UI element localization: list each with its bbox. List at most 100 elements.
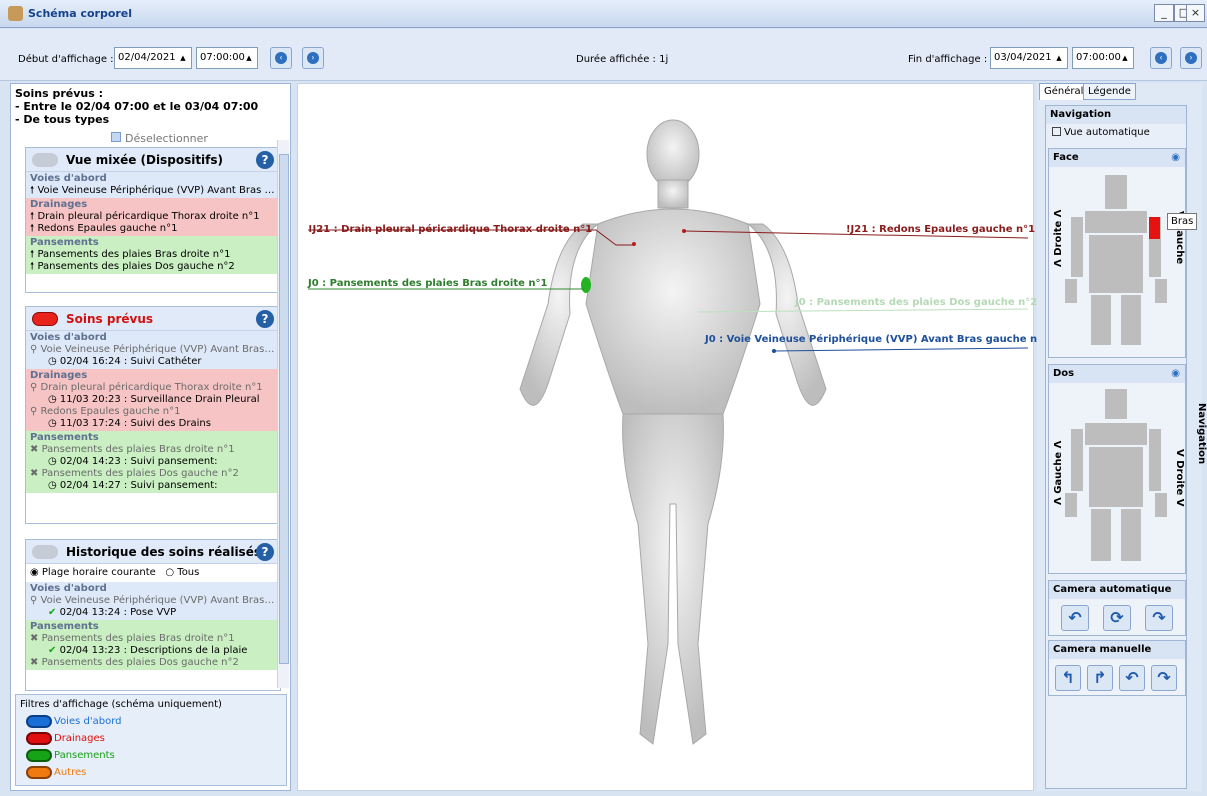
camera-auto-box: Camera automatique ↶ ⟳ ↷: [1048, 580, 1186, 636]
tab-legende[interactable]: Légende: [1083, 83, 1136, 100]
left-scrollbar[interactable]: [277, 140, 289, 688]
list-item[interactable]: 🠕 Voie Veineuse Périphérique (VVP) Avant…: [30, 185, 276, 197]
spin-icon[interactable]: ▲: [243, 51, 255, 65]
rotate-right-button[interactable]: ↷: [1145, 605, 1173, 631]
annotation-pansement-bras[interactable]: J0 : Pansements des plaies Bras droite n…: [308, 278, 547, 289]
deselect-button[interactable]: Déselectionner: [111, 132, 290, 145]
list-item[interactable]: ⚲ Voie Veineuse Périphérique (VVP) Avant…: [30, 595, 276, 607]
soins-panel: Soins prévus : - Entre le 02/04 07:00 et…: [10, 83, 291, 791]
auto-view-checkbox[interactable]: Vue automatique: [1046, 124, 1186, 141]
list-item[interactable]: 🠕 Pansements des plaies Bras droite n°1: [30, 249, 276, 261]
rotate-left-button[interactable]: ↶: [1061, 605, 1089, 631]
start-label: Début d'affichage :: [18, 54, 114, 65]
help-icon[interactable]: ?: [256, 543, 274, 561]
tab-general[interactable]: Général: [1039, 83, 1089, 100]
annotation-redons-epaules[interactable]: !J21 : Redons Epaules gauche n°1: [846, 224, 1035, 235]
soins-header: Soins prévus : - Entre le 02/04 07:00 et…: [15, 87, 259, 126]
spin-icon[interactable]: ▲: [1119, 51, 1131, 65]
historique-toggle[interactable]: [32, 545, 58, 559]
face-body-map[interactable]: [1049, 167, 1185, 357]
help-icon[interactable]: ?: [256, 151, 274, 169]
filter-pansements[interactable]: Pansements: [20, 748, 282, 765]
soins-prevus-toggle[interactable]: [32, 312, 58, 326]
reset-camera-button[interactable]: ⟳: [1103, 605, 1131, 631]
annotation-drain-thorax[interactable]: !J21 : Drain pleural péricardique Thorax…: [308, 224, 592, 235]
dos-gauche-label: Λ Gauche Λ: [1053, 440, 1064, 505]
list-item[interactable]: ◷ 11/03 20:23 : Surveillance Drain Pleur…: [30, 394, 276, 406]
end-prev-button[interactable]: ‹: [1150, 47, 1172, 69]
display-filters: Filtres d'affichage (schéma uniquement) …: [15, 694, 287, 786]
list-item[interactable]: ⚲ Redons Epaules gauche n°1: [30, 406, 276, 418]
calendar-dropdown-icon[interactable]: ▲: [177, 51, 189, 65]
list-item[interactable]: ✖ Pansements des plaies Dos gauche n°2: [30, 657, 276, 669]
navigation-panel: Général Légende Navigation Vue automatiq…: [1037, 83, 1207, 791]
filter-autres[interactable]: Autres: [20, 765, 282, 782]
face-view: Face ◉ Λ Droite Λ V Gauche Bras: [1048, 148, 1198, 358]
help-icon[interactable]: ?: [256, 310, 274, 328]
filter-drainages[interactable]: Drainages: [20, 731, 282, 748]
face-droite-label: Λ Droite Λ: [1053, 209, 1064, 267]
dos-view: Dos ◉ Λ Gauche Λ V Droite V: [1048, 364, 1186, 574]
navigation-side-tab[interactable]: Navigation: [1196, 403, 1207, 464]
body-figure[interactable]: [298, 84, 1035, 792]
soins-prevus-section: Soins prévus? Voies d'abord ⚲ Voie Veineu…: [25, 306, 281, 524]
start-time-input[interactable]: 07:00:00 ▲: [196, 47, 258, 69]
historique-title: Historique des soins réalisés: [66, 545, 261, 559]
annotation-pansement-dos[interactable]: J0 : Pansements des plaies Dos gauche n°…: [795, 297, 1037, 308]
camera-manual-title: Camera manuelle: [1049, 641, 1185, 659]
voies-group: Voies d'abord 🠕 Voie Veineuse Périphériqu…: [26, 172, 280, 198]
dos-droite-label: V Droite V: [1174, 449, 1185, 507]
list-item[interactable]: ◷ 02/04 14:27 : Suivi pansement:: [30, 480, 276, 492]
filter-voies[interactable]: Voies d'abord: [20, 714, 282, 731]
close-button[interactable]: ×: [1186, 4, 1205, 22]
dos-body-map[interactable]: [1049, 383, 1185, 573]
minimize-button[interactable]: _: [1154, 4, 1174, 22]
soins-prevus-title: Soins prévus: [66, 312, 154, 326]
list-item[interactable]: 🠕 Redons Epaules gauche n°1: [30, 223, 276, 235]
arrow-right-icon: ›: [307, 52, 319, 64]
bras-region-selected: [1149, 217, 1160, 239]
drainages-group: Drainages 🠕 Drain pleural péricardique Th…: [26, 198, 280, 236]
mixed-view-title: Vue mixée (Dispositifs): [66, 153, 224, 167]
list-item[interactable]: 🠕 Drain pleural péricardique Thorax droi…: [30, 211, 276, 223]
list-item[interactable]: 🠕 Pansements des plaies Dos gauche n°2: [30, 261, 276, 273]
body-3d-view[interactable]: !J21 : Drain pleural péricardique Thorax…: [297, 83, 1049, 792]
eye-icon[interactable]: ◉: [1171, 368, 1180, 379]
annotation-vvp-avant-bras[interactable]: J0 : Voie Veineuse Périphérique (VVP) Av…: [705, 334, 1049, 345]
mixed-view-toggle[interactable]: [32, 153, 58, 167]
app-icon: [8, 6, 23, 21]
scroll-thumb[interactable]: [279, 154, 289, 664]
list-item[interactable]: ✖ Pansements des plaies Dos gauche n°2: [30, 468, 276, 480]
navigation-title: Navigation: [1046, 106, 1186, 124]
camera-manual-box: Camera manuelle ↰ ↱ ↶ ↷: [1048, 640, 1186, 696]
start-date-input[interactable]: 02/04/2021 ▲: [114, 47, 192, 69]
tilt-down-button[interactable]: ↱: [1087, 665, 1113, 691]
navigation-box: Navigation Vue automatique Face ◉ Λ Droi…: [1045, 105, 1198, 789]
list-item[interactable]: ✔ 02/04 13:23 : Descriptions de la plaie: [30, 645, 276, 657]
filters-title: Filtres d'affichage (schéma uniquement): [20, 699, 222, 710]
turn-right-button[interactable]: ↷: [1151, 665, 1177, 691]
eye-icon[interactable]: ◉: [1171, 152, 1180, 163]
tilt-up-button[interactable]: ↰: [1055, 665, 1081, 691]
list-item[interactable]: ◷ 11/03 17:24 : Suivi des Drains: [30, 418, 276, 430]
end-label: Fin d'affichage :: [908, 54, 988, 65]
end-date-input[interactable]: 03/04/2021 ▲: [990, 47, 1068, 69]
turn-left-button[interactable]: ↶: [1119, 665, 1145, 691]
list-item[interactable]: ◷ 02/04 14:23 : Suivi pansement:: [30, 456, 276, 468]
mixed-view-section: Vue mixée (Dispositifs)? Voies d'abord 🠕 …: [25, 147, 281, 293]
camera-auto-title: Camera automatique: [1049, 581, 1185, 599]
arrow-right-icon: ›: [1185, 52, 1197, 64]
end-time-input[interactable]: 07:00:00 ▲: [1072, 47, 1134, 69]
radio-current[interactable]: ◉ Plage horaire courante: [30, 567, 156, 578]
list-item[interactable]: ◷ 02/04 16:24 : Suivi Cathéter: [30, 356, 276, 368]
list-item[interactable]: ✖ Pansements des plaies Bras droite n°1: [30, 633, 276, 645]
list-item[interactable]: ⚲ Voie Veineuse Périphérique (VVP) Avant…: [30, 344, 276, 356]
end-next-button[interactable]: ›: [1180, 47, 1202, 69]
radio-all[interactable]: ○ Tous: [165, 567, 199, 578]
list-item[interactable]: ⚲ Drain pleural péricardique Thorax droi…: [30, 382, 276, 394]
list-item[interactable]: ✔ 02/04 13:24 : Pose VVP: [30, 607, 276, 619]
start-next-button[interactable]: ›: [302, 47, 324, 69]
start-prev-button[interactable]: ‹: [270, 47, 292, 69]
list-item[interactable]: ✖ Pansements des plaies Bras droite n°1: [30, 444, 276, 456]
calendar-dropdown-icon[interactable]: ▲: [1053, 51, 1065, 65]
